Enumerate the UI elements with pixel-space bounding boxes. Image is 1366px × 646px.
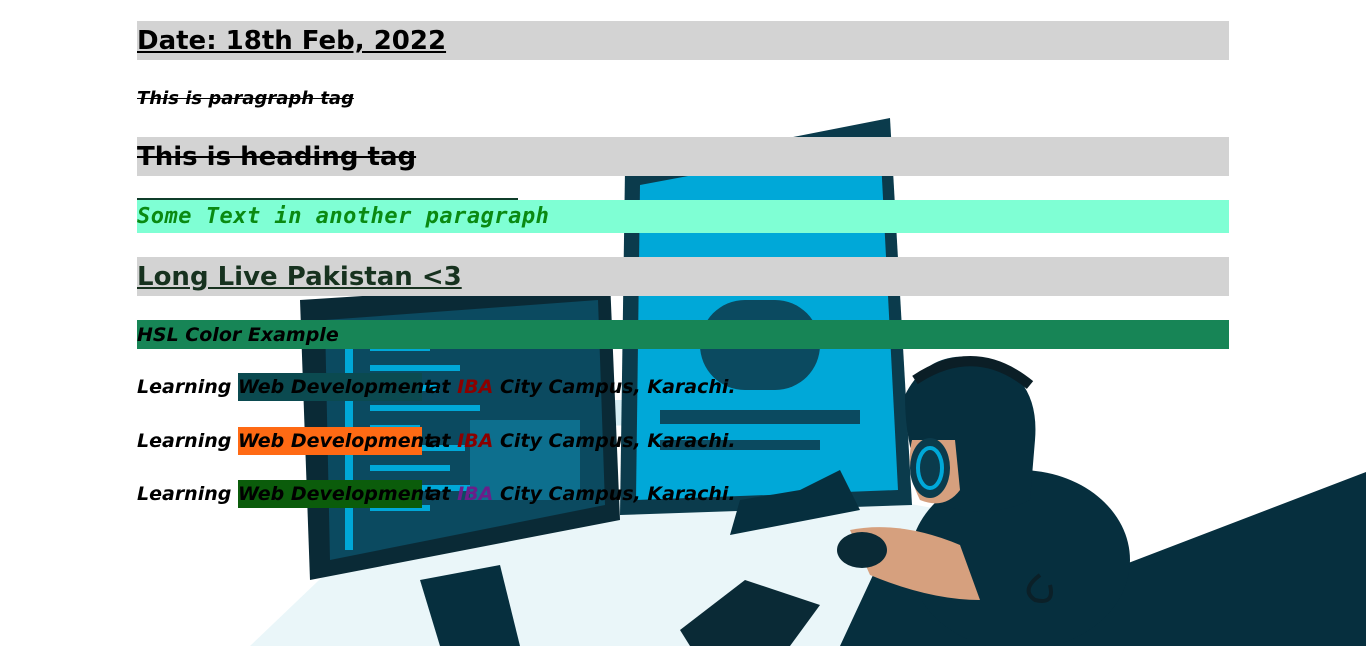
pakistan-heading: Long Live Pakistan <3	[137, 257, 1229, 296]
web-development-highlight: Web Development	[237, 480, 433, 508]
iba-text: IBA	[457, 483, 494, 505]
paragraph-tag-text: This is paragraph tag	[137, 88, 354, 109]
learning-prefix: Learning	[137, 430, 238, 452]
another-paragraph-text: Some Text in another paragraph	[137, 200, 1229, 233]
page: Date: 18th Feb, 2022 This is paragraph t…	[0, 0, 1366, 646]
learning-middle: at	[421, 376, 458, 398]
mouse	[837, 532, 887, 568]
learning-prefix: Learning	[137, 376, 238, 398]
learning-suffix: City Campus, Karachi.	[493, 430, 736, 452]
learning-line-3: Learning Web Development at IBA City Cam…	[137, 480, 736, 508]
learning-suffix: City Campus, Karachi.	[493, 483, 736, 505]
date-heading: Date: 18th Feb, 2022	[137, 21, 1229, 60]
learning-line-2: Learning Web Development at IBA City Cam…	[137, 427, 736, 455]
heading-tag-text: This is heading tag	[137, 137, 1229, 176]
iba-text: IBA	[457, 430, 494, 452]
learning-line-1: Learning Web Development at IBA City Cam…	[137, 373, 736, 401]
learning-middle: at	[421, 483, 458, 505]
learning-prefix: Learning	[137, 483, 238, 505]
learning-middle: at	[421, 430, 458, 452]
web-development-highlight: Web Development	[237, 373, 433, 401]
web-development-highlight: Web Development	[237, 427, 433, 455]
hsl-example-text: HSL Color Example	[137, 320, 1229, 349]
iba-text: IBA	[457, 376, 494, 398]
learning-suffix: City Campus, Karachi.	[493, 376, 736, 398]
